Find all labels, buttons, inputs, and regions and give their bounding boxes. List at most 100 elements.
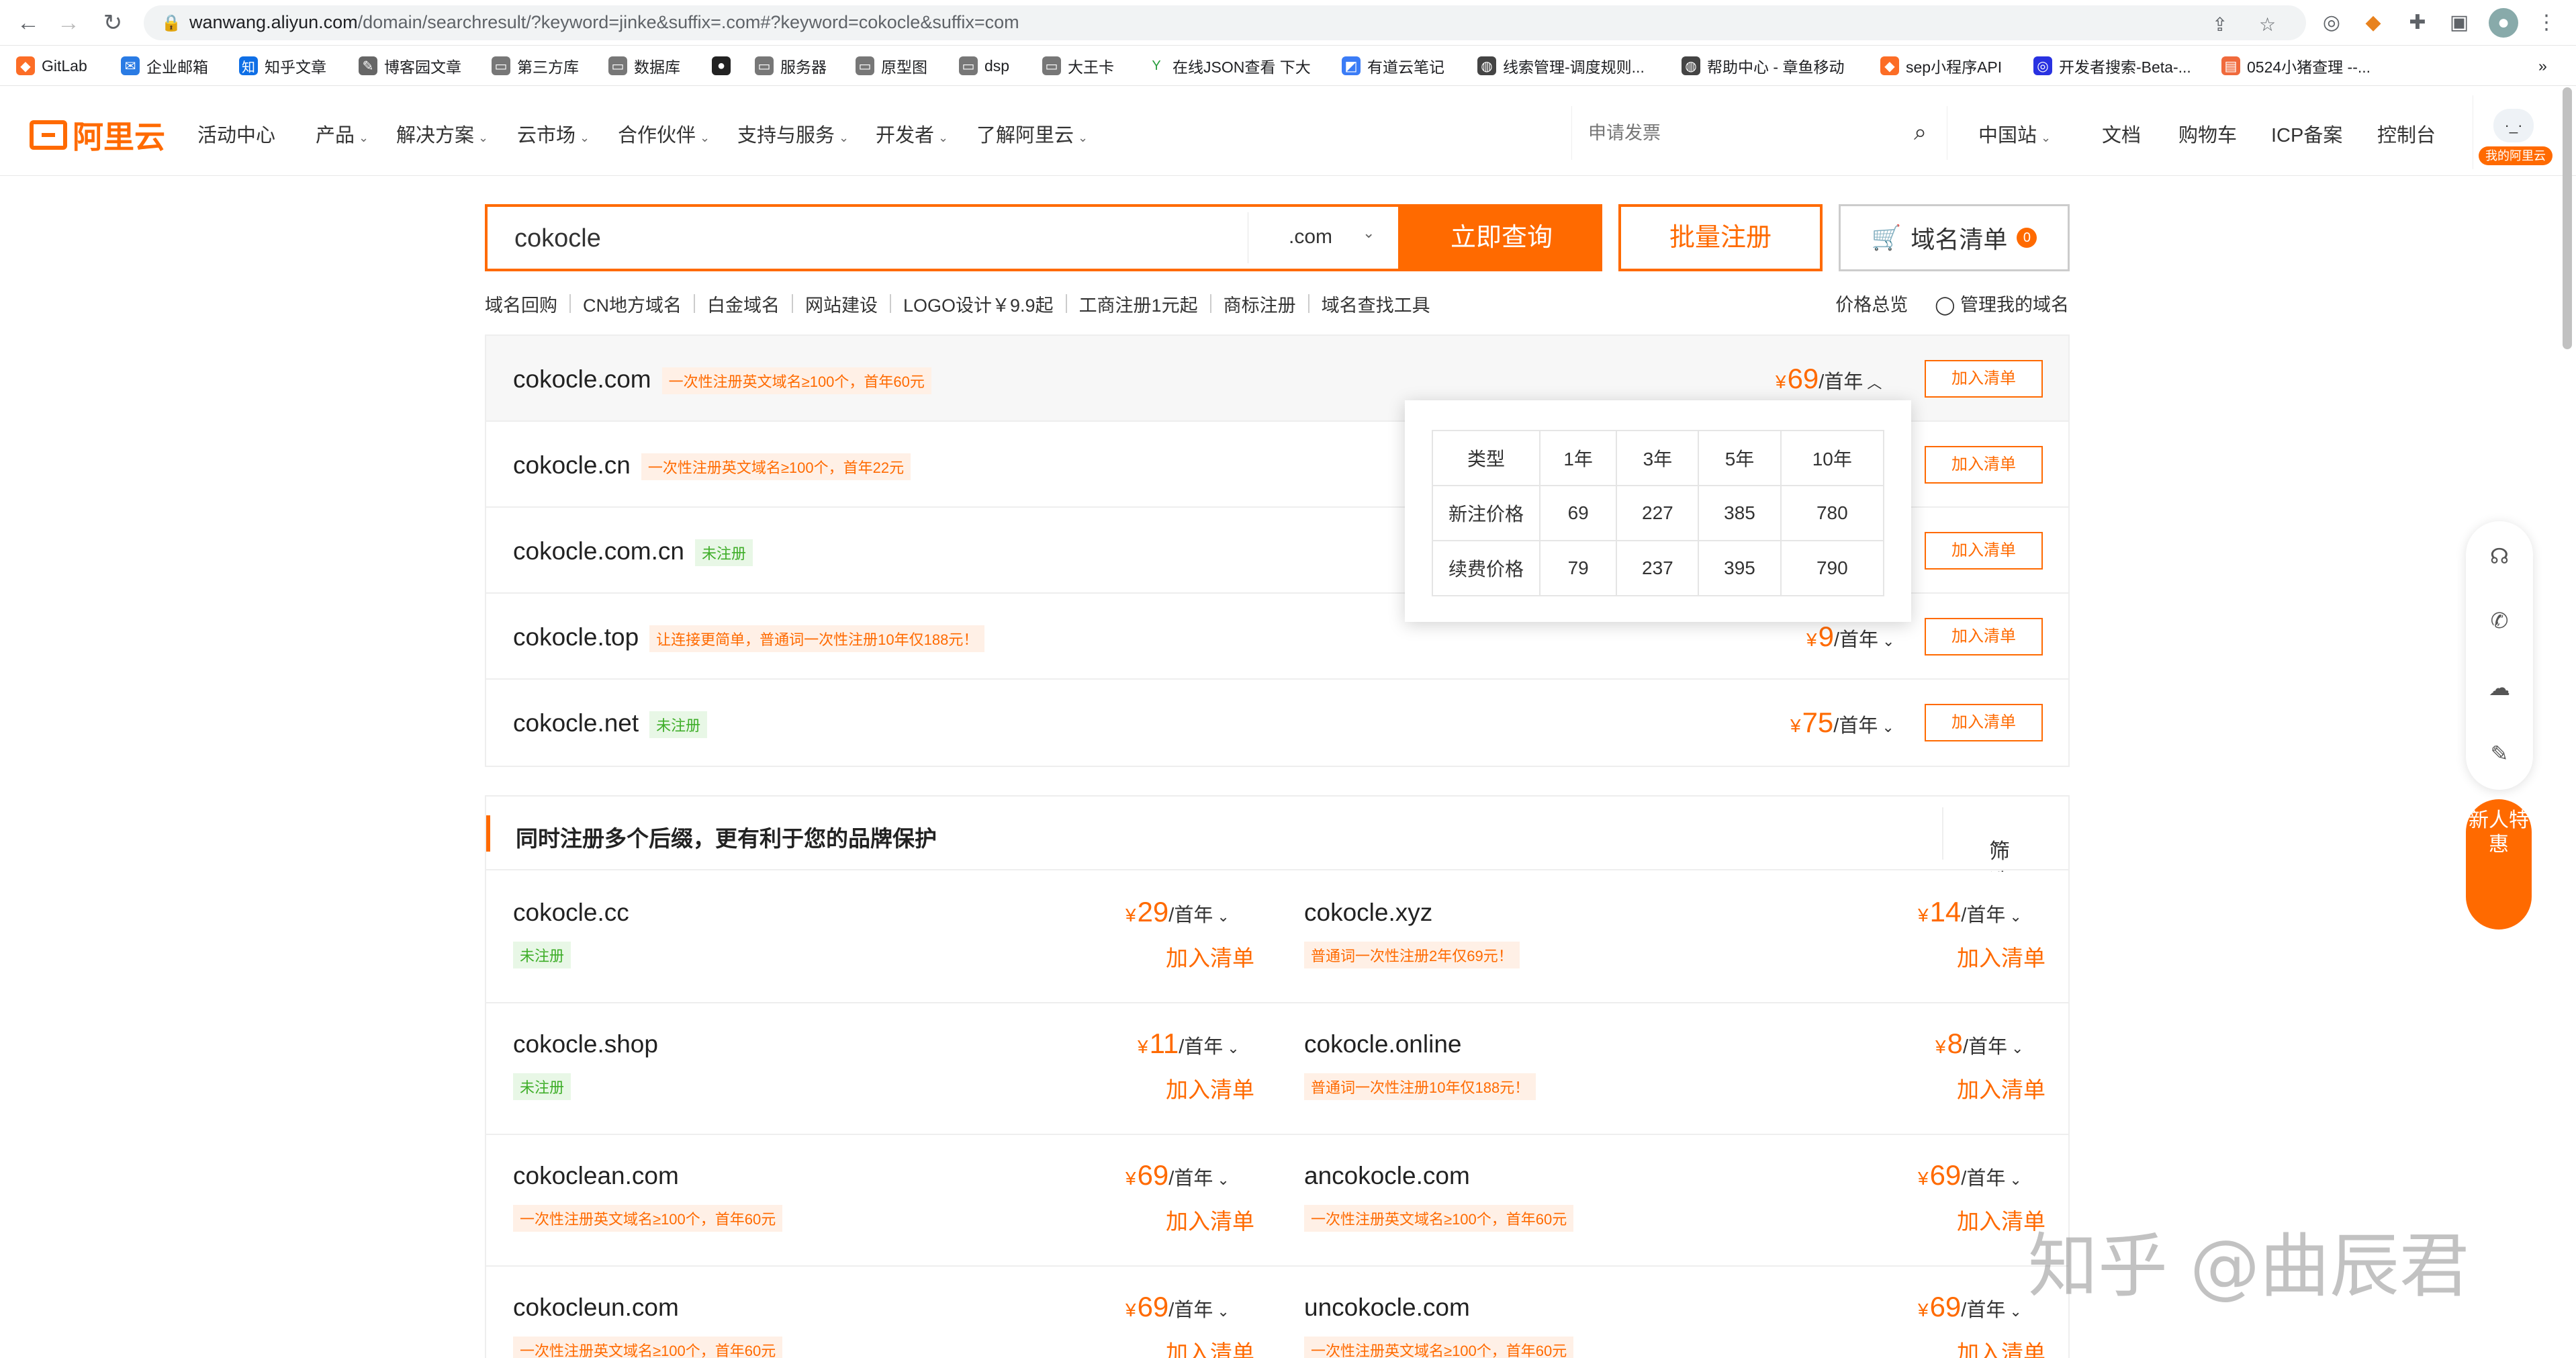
- cloud-chat-icon[interactable]: ☁: [2485, 673, 2514, 703]
- nav-activity[interactable]: 活动中心: [197, 120, 275, 148]
- add-to-list-button[interactable]: 加入清单: [1925, 532, 2043, 570]
- add-to-list-link[interactable]: 加入清单: [1166, 1072, 1254, 1104]
- share-icon[interactable]: ⇪: [2212, 13, 2227, 36]
- page-scrollbar[interactable]: [2563, 87, 2572, 349]
- domain-price[interactable]: ¥11/首年 ⌄: [1138, 1028, 1240, 1060]
- multi-suffix-section: 同时注册多个后缀，更有利于您的品牌保护 筛选 ⌄ cokocle.cc 未注册 …: [485, 795, 2070, 1358]
- sublink-trademark[interactable]: 商标注册: [1224, 291, 1296, 317]
- bookmark-sep[interactable]: ◆ sep小程序API: [1880, 54, 2002, 78]
- query-button[interactable]: 立即查询: [1401, 204, 1602, 271]
- nav-cart[interactable]: 购物车: [2178, 120, 2237, 148]
- bookmark-devsearch[interactable]: ◎ 开发者搜索-Beta-...: [2033, 54, 2191, 78]
- customer-service-icon[interactable]: ☊: [2485, 541, 2514, 571]
- bookmark-youdao[interactable]: ◩ 有道云笔记: [1342, 54, 1444, 78]
- sublink-cn-local[interactable]: CN地方域名: [583, 291, 682, 317]
- add-to-list-link[interactable]: 加入清单: [1957, 940, 2045, 972]
- domain-search-input[interactable]: [514, 222, 1186, 255]
- domain-price[interactable]: ¥9/首年 ⌄: [1806, 621, 1894, 653]
- bookmark-gitlab[interactable]: ◆ GitLab: [16, 54, 87, 78]
- bookmark-mail[interactable]: ✉ 企业邮箱: [121, 54, 208, 78]
- bookmark-dsp[interactable]: ▭ dsp: [959, 54, 1009, 78]
- domain-price[interactable]: ¥8/首年 ⌄: [1935, 1028, 2023, 1060]
- bookmark-0524[interactable]: ▤ 0524小猪查理 --...: [2221, 54, 2371, 78]
- add-to-list-link[interactable]: 加入清单: [1166, 1204, 1254, 1236]
- domain-price[interactable]: ¥69/首年 ⌄: [1918, 1291, 2022, 1323]
- nav-solutions[interactable]: 解决方案 ⌄: [396, 120, 488, 148]
- sublink-buyback[interactable]: 域名回购: [485, 291, 557, 317]
- domain-price[interactable]: ¥69/首年 ⌄: [1125, 1291, 1230, 1323]
- reload-icon[interactable]: ↻: [97, 7, 129, 39]
- folder-icon: ▭: [608, 56, 627, 75]
- sublink-website[interactable]: 网站建设: [805, 291, 878, 317]
- suffix-select[interactable]: .com ⌄: [1248, 212, 1399, 263]
- nav-icp[interactable]: ICP备案: [2271, 120, 2342, 148]
- nav-about[interactable]: 了解阿里云 ⌄: [976, 120, 1088, 148]
- metamask-icon[interactable]: ◆: [2358, 8, 2388, 38]
- nav-docs[interactable]: 文档: [2102, 120, 2141, 148]
- user-menu[interactable]: ·_· 我的阿里云: [2473, 95, 2553, 169]
- domain-name: cokoclean.com: [513, 1162, 679, 1189]
- edit-icon[interactable]: ✎: [2485, 739, 2514, 768]
- profile-icon[interactable]: ●: [2489, 8, 2518, 38]
- add-to-list-link[interactable]: 加入清单: [1957, 1335, 2045, 1358]
- sublink-domain-tool[interactable]: 域名查找工具: [1322, 291, 1430, 317]
- add-to-list-link[interactable]: 加入清单: [1957, 1072, 2045, 1104]
- sublink-platinum[interactable]: 白金域名: [707, 291, 780, 317]
- domain-cart-button[interactable]: 🛒 域名清单 0: [1839, 204, 2070, 271]
- avatar[interactable]: ·_·: [2493, 109, 2534, 142]
- add-to-list-link[interactable]: 加入清单: [1166, 940, 1254, 972]
- bookmarks-overflow-icon[interactable]: »: [2538, 54, 2547, 78]
- add-to-list-button[interactable]: 加入清单: [1925, 704, 2043, 741]
- add-to-list-button[interactable]: 加入清单: [1925, 446, 2043, 484]
- manage-domains-link[interactable]: ◯ 管理我的域名: [1935, 290, 2069, 316]
- nav-support[interactable]: 支持与服务 ⌄: [737, 120, 849, 148]
- nav-developers[interactable]: 开发者 ⌄: [876, 120, 948, 148]
- puzzle-icon[interactable]: ✚: [2403, 8, 2432, 38]
- header-search-input[interactable]: [1588, 120, 1884, 146]
- table-header-cell: 3年: [1616, 430, 1700, 486]
- filter-dropdown[interactable]: 筛选 ⌄: [1942, 807, 2068, 893]
- phone-icon[interactable]: ✆: [2485, 606, 2514, 635]
- sublink-business[interactable]: 工商注册1元起: [1079, 291, 1198, 317]
- bookmark-star-icon[interactable]: ☆: [2259, 13, 2276, 36]
- nav-market[interactable]: 云市场 ⌄: [517, 120, 590, 148]
- domain-price[interactable]: ¥29/首年 ⌄: [1125, 896, 1230, 928]
- my-aliyun-tag[interactable]: 我的阿里云: [2479, 146, 2552, 165]
- extension-icon[interactable]: ◎: [2317, 8, 2346, 38]
- bookmark-thirdparty[interactable]: ▭ 第三方库: [492, 54, 579, 78]
- price-overview-link[interactable]: 价格总览: [1835, 290, 1908, 316]
- add-to-list-link[interactable]: 加入清单: [1166, 1335, 1254, 1358]
- add-to-list-button[interactable]: 加入清单: [1925, 618, 2043, 655]
- bookmark-database[interactable]: ▭ 数据库: [608, 54, 680, 78]
- domain-price[interactable]: ¥69/首年 ⌄: [1125, 1159, 1230, 1191]
- domain-price[interactable]: ¥69/首年 ⌄: [1918, 1159, 2022, 1191]
- bookmark-dawangka[interactable]: ▭ 大王卡: [1042, 54, 1114, 78]
- address-bar[interactable]: 🔒 wanwang.aliyun.com/domain/searchresult…: [144, 5, 2306, 40]
- forward-icon[interactable]: →: [52, 7, 85, 39]
- aliyun-logo[interactable]: 阿里云: [30, 113, 165, 157]
- nav-console[interactable]: 控制台: [2377, 120, 2436, 148]
- newcomer-promo-button[interactable]: 新人特惠: [2466, 799, 2532, 930]
- bookmark-json[interactable]: Y 在线JSON查看 下大: [1147, 54, 1311, 78]
- batch-register-button[interactable]: 批量注册: [1618, 204, 1823, 271]
- domain-price[interactable]: ¥69/首年 ︿: [1776, 363, 1882, 395]
- add-to-list-button[interactable]: 加入清单: [1925, 360, 2043, 398]
- bookmark-zhihu[interactable]: 知知乎文章: [239, 54, 326, 78]
- sublink-logo[interactable]: LOGO设计￥9.9起: [903, 291, 1054, 317]
- bookmark-octocat[interactable]: ●: [712, 54, 737, 78]
- domain-price[interactable]: ¥14/首年 ⌄: [1918, 896, 2022, 928]
- bookmark-server[interactable]: ▭ 服务器: [755, 54, 827, 78]
- bookmark-leads[interactable]: ◍ 线索管理-调度规则...: [1477, 54, 1645, 78]
- menu-icon[interactable]: ⋮: [2532, 8, 2561, 38]
- bookmark-help[interactable]: ◍ 帮助中心 - 章鱼移动: [1682, 54, 1844, 78]
- bookmark-cnblogs[interactable]: ✎ 博客园文章: [359, 54, 461, 78]
- sidepanel-icon[interactable]: ▣: [2444, 8, 2474, 38]
- nav-region[interactable]: 中国站 ⌄: [1978, 120, 2051, 148]
- bookmark-prototype[interactable]: ▭ 原型图: [856, 54, 927, 78]
- list-item: uncokocle.com 一次性注册英文域名≥100个，首年60元 ¥69/首…: [1277, 1267, 2068, 1358]
- back-icon[interactable]: ←: [12, 7, 44, 39]
- nav-partners[interactable]: 合作伙伴 ⌄: [618, 120, 710, 148]
- search-icon[interactable]: ⌕: [1914, 120, 1927, 146]
- domain-price[interactable]: ¥75/首年 ⌄: [1790, 707, 1894, 739]
- nav-products[interactable]: 产品 ⌄: [316, 120, 369, 148]
